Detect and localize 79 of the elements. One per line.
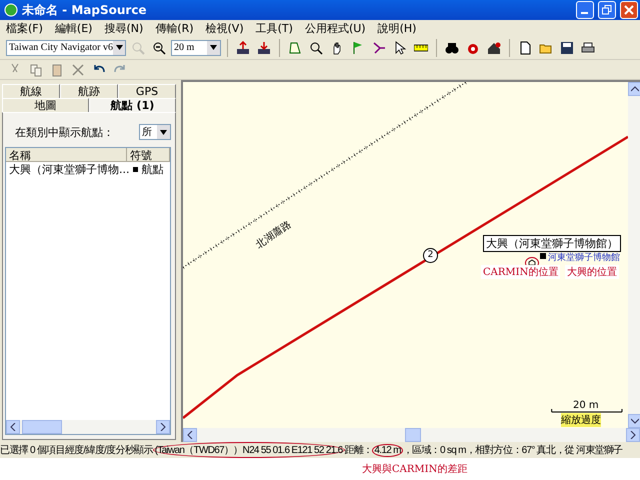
map-select-icon[interactable]: [288, 40, 302, 54]
status-format: 經度/緯度/度分秒顯示: [64, 444, 153, 457]
annotation-text: 大興的位置: [565, 265, 619, 279]
waypoint-label: 大興（河東堂獅子博物館）: [483, 235, 621, 252]
scroll-left-button[interactable]: [183, 428, 197, 442]
panel-tab[interactable]: GPS: [118, 84, 176, 98]
table-cell: 航點: [142, 162, 164, 176]
status-distance: 4.12 m: [374, 444, 401, 456]
scale-bar: [551, 408, 622, 413]
delete-icon[interactable]: [71, 62, 85, 76]
menu-item[interactable]: 搜尋(N): [104, 20, 144, 36]
zoom-out-icon[interactable]: [152, 40, 166, 54]
scroll-left-button[interactable]: [6, 420, 20, 434]
scroll-thumb[interactable]: [404, 428, 420, 442]
panel-tab[interactable]: 地圖: [2, 98, 89, 112]
close-icon: [624, 5, 634, 15]
column-header[interactable]: 名稱: [6, 148, 127, 162]
menu-item[interactable]: 傳輸(R): [155, 20, 194, 36]
download-icon[interactable]: [257, 40, 271, 54]
chevron-up-icon: [631, 85, 639, 93]
menu-item[interactable]: 編輯(E): [54, 20, 92, 36]
dropdown-arrow-icon: [160, 130, 167, 134]
chevron-down-icon: [631, 417, 639, 425]
scroll-right-button[interactable]: [626, 428, 640, 442]
close-button[interactable]: [620, 1, 638, 19]
copy-icon[interactable]: [29, 62, 43, 76]
map-product-select[interactable]: Taiwan City Navigator v6: [6, 40, 126, 56]
chevron-left-icon: [186, 431, 194, 439]
scroll-down-button[interactable]: [628, 414, 640, 428]
pointer-icon[interactable]: [393, 40, 407, 54]
scroll-thumb[interactable]: [22, 420, 62, 434]
scale-label: 20 m: [573, 400, 599, 411]
filter-label: 在類別中顯示航點：: [15, 124, 114, 140]
save-icon[interactable]: [560, 40, 574, 54]
window-title: 未命名 - MapSource: [22, 2, 148, 18]
status-details: ，區域：0 sq m，相對方位：67° 真北，從 河東堂獅子: [402, 444, 622, 457]
restore-icon: [602, 5, 612, 15]
menu-item[interactable]: 檔案(F): [6, 20, 43, 36]
scroll-up-button[interactable]: [628, 82, 640, 96]
dropdown-arrow-icon: [210, 45, 217, 50]
panel-tab[interactable]: 航跡: [60, 84, 118, 98]
route-icon[interactable]: [372, 40, 386, 54]
chevron-right-icon: [629, 431, 637, 439]
square-icon: [132, 166, 138, 172]
route-marker: 2: [423, 248, 438, 263]
annotation-text: CARMIN的位置: [481, 265, 560, 279]
menu-item[interactable]: 工具(T): [256, 20, 293, 36]
zoom-select[interactable]: 20 m: [171, 40, 221, 56]
chevron-right-icon: [159, 423, 167, 431]
menu-item[interactable]: 公用程式(U): [304, 20, 366, 36]
status-selection: 已選擇 0 個項目: [0, 444, 65, 457]
road-label: 北湖蕭路: [253, 218, 294, 252]
panel-tab[interactable]: 航點 (1): [89, 98, 176, 112]
status-datum: (Taiwan（TWD67））: [154, 444, 243, 457]
status-distance-label: 距離：: [344, 444, 372, 457]
poi-label: 河東堂獅子博物館: [548, 252, 620, 264]
new-file-icon[interactable]: [518, 40, 532, 54]
restore-button[interactable]: [598, 1, 616, 19]
binoculars-icon[interactable]: [445, 40, 459, 54]
table-cell: 大興（河東堂獅子博物...: [9, 162, 130, 176]
paste-icon[interactable]: [50, 62, 64, 76]
menu-item[interactable]: 說明(H): [378, 20, 416, 36]
category-select[interactable]: 所: [139, 124, 171, 140]
annotation-text: 大興與CARMIN的差距: [362, 462, 468, 476]
panel-tab[interactable]: 航線: [2, 84, 60, 98]
chevron-left-icon: [9, 423, 17, 431]
scroll-right-button[interactable]: [156, 420, 170, 434]
zoom-warning: 縮放過度: [561, 413, 601, 427]
waypoint-icon: [540, 253, 546, 259]
minimize-button[interactable]: [576, 1, 594, 19]
upload-icon[interactable]: [236, 40, 250, 54]
map-canvas[interactable]: 北湖蕭路 2 大興（河東堂獅子博物館） 河東堂獅子博物館 CARMIN的位置 大興的位置 20 m 縮放過度: [183, 82, 628, 428]
waypoint-row[interactable]: 大興（河東堂獅子博物... 航點: [6, 162, 170, 176]
menu-item[interactable]: 檢視(V): [206, 20, 244, 36]
zoom-tool-icon[interactable]: [309, 40, 323, 54]
status-coordinates: N24 55 01.6 E121 52 21.6: [242, 444, 343, 456]
dropdown-arrow-icon: [116, 45, 122, 50]
column-header[interactable]: 符號: [127, 148, 170, 162]
print-icon[interactable]: [581, 40, 595, 54]
